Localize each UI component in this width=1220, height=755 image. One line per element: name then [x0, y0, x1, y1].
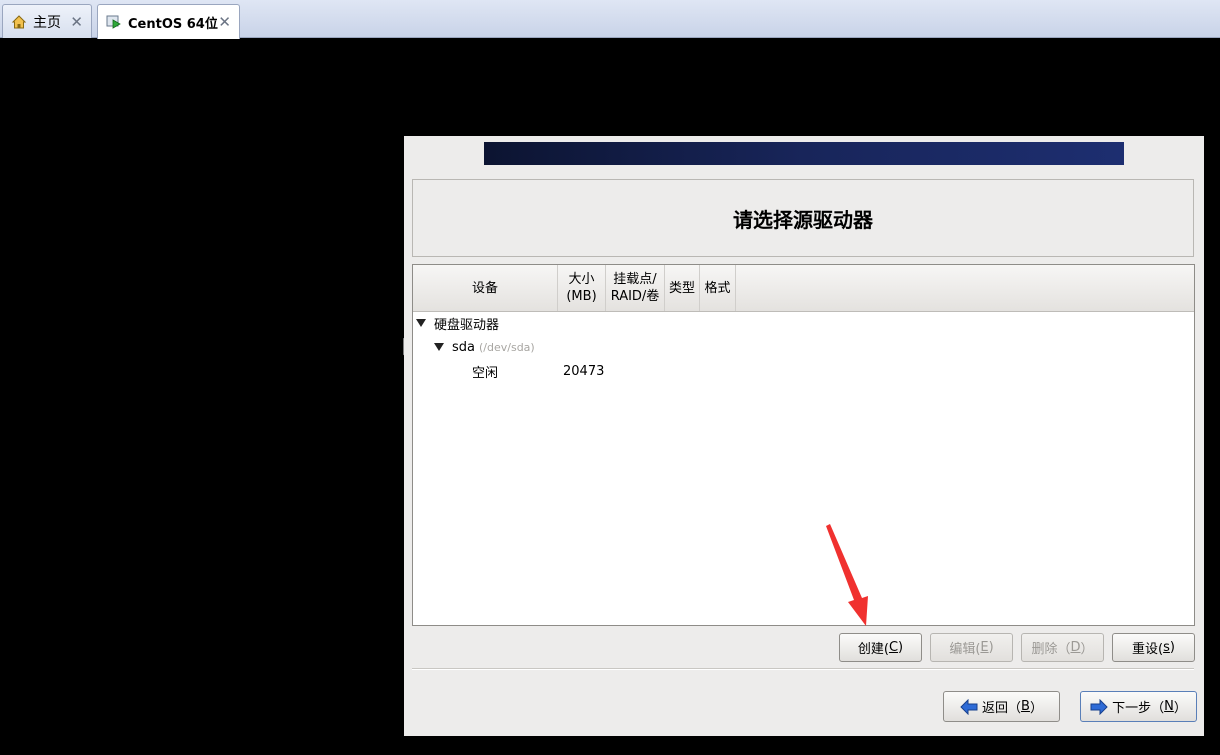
edit-button[interactable]: 编辑(E)	[930, 633, 1013, 662]
tab-label: CentOS 64位	[128, 16, 218, 32]
create-button[interactable]: 创建(C)	[839, 633, 922, 662]
tab-bar: 主页 ✕ CentOS 64位 ✕	[0, 0, 1220, 39]
column-size[interactable]: 大小 (MB)	[558, 265, 606, 311]
tree-row-disks[interactable]: 硬盘驱动器	[416, 312, 499, 334]
disk-path: (/dev/sda)	[479, 340, 535, 354]
title-panel: 请选择源驱动器	[412, 179, 1194, 257]
reset-button[interactable]: 重设(s)	[1112, 633, 1195, 662]
device-tree[interactable]: 设备 大小 (MB) 挂载点/RAID/卷 类型 格式 硬盘驱动器 sda (/d…	[412, 264, 1195, 626]
close-icon[interactable]: ✕	[218, 13, 231, 31]
vm-play-icon	[106, 14, 122, 30]
disk-name: sda	[452, 339, 475, 355]
divider	[412, 668, 1194, 670]
back-button[interactable]: 返回（ B）	[943, 691, 1060, 722]
next-button[interactable]: 下一步（ N）	[1080, 691, 1197, 722]
close-icon[interactable]: ✕	[70, 13, 83, 31]
delete-button[interactable]: 删除（ D）	[1021, 633, 1104, 662]
tab-home[interactable]: 主页 ✕	[2, 4, 92, 38]
arrow-left-icon	[960, 698, 978, 715]
expander-icon[interactable]	[434, 343, 444, 351]
annotation-arrow-icon	[826, 524, 868, 626]
column-mount[interactable]: 挂载点/RAID/卷	[606, 265, 665, 311]
free-label: 空闲	[472, 365, 499, 381]
tree-header: 设备 大小 (MB) 挂载点/RAID/卷 类型 格式	[413, 265, 1194, 312]
free-size: 20473	[563, 363, 605, 379]
expander-icon[interactable]	[416, 319, 426, 327]
installer-banner	[484, 142, 1124, 165]
tab-label: 主页	[33, 14, 61, 31]
arrow-right-icon	[1090, 698, 1108, 715]
group-label: 硬盘驱动器	[434, 317, 500, 333]
home-icon	[11, 14, 27, 30]
tree-row-sda[interactable]: sda (/dev/sda)	[434, 336, 535, 358]
tab-centos[interactable]: CentOS 64位 ✕	[97, 4, 240, 39]
column-format[interactable]: 格式	[700, 265, 736, 311]
page-title: 请选择源驱动器	[733, 207, 873, 232]
installer-window: 请选择源驱动器 设备 大小 (MB) 挂载点/RAID/卷 类型 格式 硬盘驱动器…	[404, 136, 1204, 736]
tree-row-free[interactable]: 空闲 20473	[472, 360, 672, 382]
column-device[interactable]: 设备	[413, 265, 558, 311]
column-type[interactable]: 类型	[665, 265, 700, 311]
